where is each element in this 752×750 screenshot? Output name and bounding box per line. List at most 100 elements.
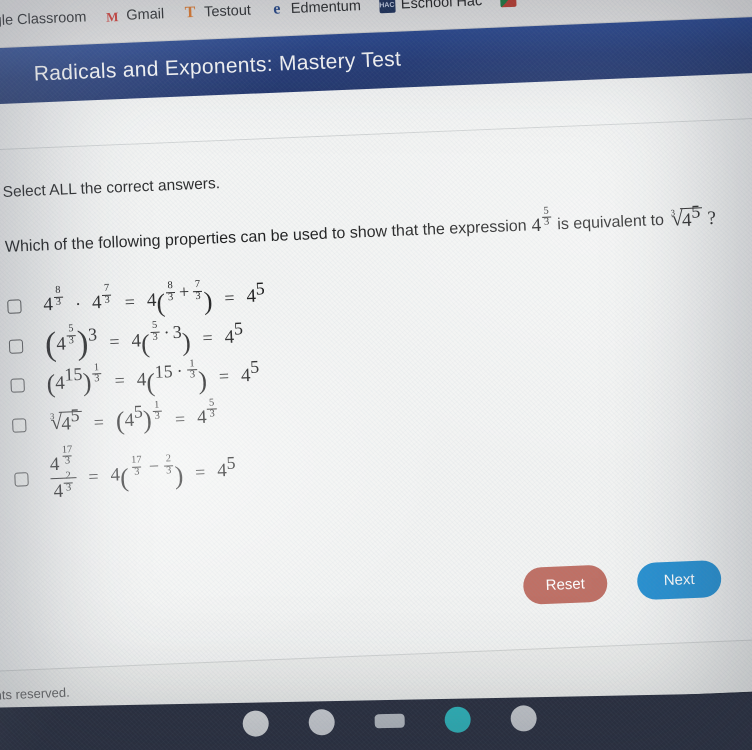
app-icon-5[interactable] xyxy=(510,705,537,732)
edmentum-icon: e xyxy=(272,0,281,18)
opt5-equals-1: = xyxy=(87,466,99,487)
opt4-inner-exp: 5 xyxy=(133,401,144,423)
photo-of-laptop-screen: entum.com/assessm ogle Classroom M Gmail… xyxy=(0,0,752,750)
bookmark-testout[interactable]: T Testout xyxy=(182,3,251,22)
option-3-expression: (4 15) 1 3 = 4(15 · 1 3) = 45 xyxy=(46,356,260,399)
opt4-equals-2: = xyxy=(174,408,186,429)
opt3-prod-left: 15 xyxy=(154,361,174,382)
checkbox-option-2[interactable] xyxy=(8,338,24,354)
opt1-inner-op: + xyxy=(178,281,190,303)
opt5-equals-2: = xyxy=(194,461,206,483)
opt2-inner-num: 5 xyxy=(67,323,74,335)
reset-button[interactable]: Reset xyxy=(522,564,609,605)
opt5-bottom-num: 2 xyxy=(65,470,72,482)
checkbox-option-3[interactable] xyxy=(10,378,25,393)
opt1-sum-left-num: 8 xyxy=(167,279,173,292)
opt3-outer-den: 3 xyxy=(92,373,102,386)
checkbox-option-5[interactable] xyxy=(14,472,29,487)
address-bar-url[interactable]: entum.com/assessm xyxy=(0,0,117,3)
opt1-right-den: 3 xyxy=(102,294,112,307)
opt1-result-exp: 5 xyxy=(255,277,266,299)
opt4-outer-num: 1 xyxy=(153,399,160,411)
opt1-equals-1: = xyxy=(124,291,136,312)
app-icon-4[interactable] xyxy=(444,706,471,733)
bookmark-mail[interactable] xyxy=(499,0,523,8)
app-icon-3[interactable] xyxy=(374,713,405,729)
opt5-diff-top-num: 17 xyxy=(130,454,142,466)
next-button[interactable]: Next xyxy=(636,559,722,601)
opt1-left-den: 3 xyxy=(53,296,64,309)
bookmark-google-classroom[interactable]: ogle Classroom xyxy=(0,9,87,30)
hac-icon: HAC xyxy=(378,0,396,14)
opt2-equals-2: = xyxy=(202,327,214,348)
bookmark-gmail[interactable]: M Gmail xyxy=(104,6,165,25)
opt3-prod-den: 3 xyxy=(187,369,198,382)
opt3-inner-exp: 15 xyxy=(64,364,83,385)
opt1-sum-left-den: 3 xyxy=(165,291,176,304)
opt5-diff-top-den: 3 xyxy=(131,466,142,479)
opt1-equals-2: = xyxy=(223,287,235,308)
opt3-equals-2: = xyxy=(218,366,230,387)
bookmark-label: Edmentum xyxy=(290,0,362,17)
page-title: Radicals and Exponents: Mastery Test xyxy=(33,47,402,86)
opt4-result-num: 5 xyxy=(208,397,215,409)
question-content: Select ALL the correct answers. Which of… xyxy=(0,117,752,672)
gmail-icon: M xyxy=(105,8,119,25)
opt4-radical-index: 3 xyxy=(49,410,55,421)
opt3-prod-num: 1 xyxy=(189,357,195,370)
opt4-radical-exp: 5 xyxy=(70,404,80,426)
checkbox-option-1[interactable] xyxy=(7,299,22,315)
opt5-top-num: 17 xyxy=(61,443,73,456)
app-icon-2[interactable] xyxy=(308,709,335,736)
opt5-quotient: 4 17 3 423 xyxy=(49,444,77,504)
bookmark-edmentum[interactable]: e Edmentum xyxy=(269,0,362,18)
opt2-inner-op: · xyxy=(163,321,170,343)
opt2-outer-exp: 3 xyxy=(87,324,98,345)
option-5-expression: 4 17 3 423 = 4(17 3−2 3) = 45 xyxy=(49,443,236,504)
option-row-5[interactable]: 4 17 3 423 = 4(17 3−2 3) = 45 xyxy=(14,424,752,505)
app-icon-1[interactable] xyxy=(242,710,269,737)
opt4-radical: 3 √ 45 xyxy=(48,405,83,436)
opt1-right-num: 7 xyxy=(103,282,110,294)
radical-exponent: 5 xyxy=(690,201,701,222)
opt2-result-exp: 5 xyxy=(233,318,244,339)
option-2-expression: (4 5 3) 3 = 4(5 3 · 3) = 45 xyxy=(44,318,244,363)
opt3-inner-op: · xyxy=(176,360,184,381)
question-radical: 3 √ 45 xyxy=(669,201,704,233)
instruction-text: Select ALL the correct answers. xyxy=(2,175,221,201)
opt1-sum-right-num: 7 xyxy=(194,278,201,291)
action-buttons: Reset Next xyxy=(522,559,722,605)
opt1-sum-right-den: 3 xyxy=(193,290,203,303)
question-prompt-end: ? xyxy=(707,207,717,230)
opt5-diff-bot-num: 2 xyxy=(165,453,172,465)
question-prompt-middle: is equivalent to xyxy=(556,211,665,234)
mail-icon xyxy=(499,0,517,8)
bookmark-label: ogle Classroom xyxy=(0,9,87,30)
testout-icon: T xyxy=(184,3,196,22)
opt5-inner-op: − xyxy=(148,456,160,477)
bookmark-label: Gmail xyxy=(126,6,165,24)
opt2-inner-den: 3 xyxy=(66,334,77,348)
option-1-expression: 483 · 473 = 4(8 3 +7 3) = 45 xyxy=(42,277,266,318)
answer-options-list: 483 · 473 = 4(83+73) = 45 (453)3 = xyxy=(7,265,752,505)
opt3-result-exp: 5 xyxy=(249,356,260,378)
opt2-prod-num: 5 xyxy=(151,319,158,332)
question-prompt: Which of the following properties can be… xyxy=(5,201,752,260)
opt4-outer-den: 3 xyxy=(152,411,163,424)
opt2-prod-mult: 3 xyxy=(172,321,182,342)
copyright-text: ghts reserved. xyxy=(0,684,70,704)
question-expression: 453 xyxy=(531,205,553,237)
opt1-left-num: 8 xyxy=(55,284,61,296)
bookmark-eschool-hac[interactable]: HAC Eschool Hac xyxy=(378,0,483,14)
opt5-diff-bot-den: 3 xyxy=(163,464,174,477)
laptop-screen: entum.com/assessm ogle Classroom M Gmail… xyxy=(0,0,752,724)
checkbox-option-4[interactable] xyxy=(12,418,27,433)
opt5-top-den: 3 xyxy=(62,455,73,468)
opt3-outer-num: 1 xyxy=(93,361,100,373)
opt5-result-exp: 5 xyxy=(226,452,236,473)
bookmark-label: Testout xyxy=(203,2,252,21)
opt5-bottom-den: 3 xyxy=(63,482,74,495)
opt2-prod-den: 3 xyxy=(150,331,161,344)
opt3-equals-1: = xyxy=(114,370,126,391)
opt4-equals-1: = xyxy=(93,411,105,432)
